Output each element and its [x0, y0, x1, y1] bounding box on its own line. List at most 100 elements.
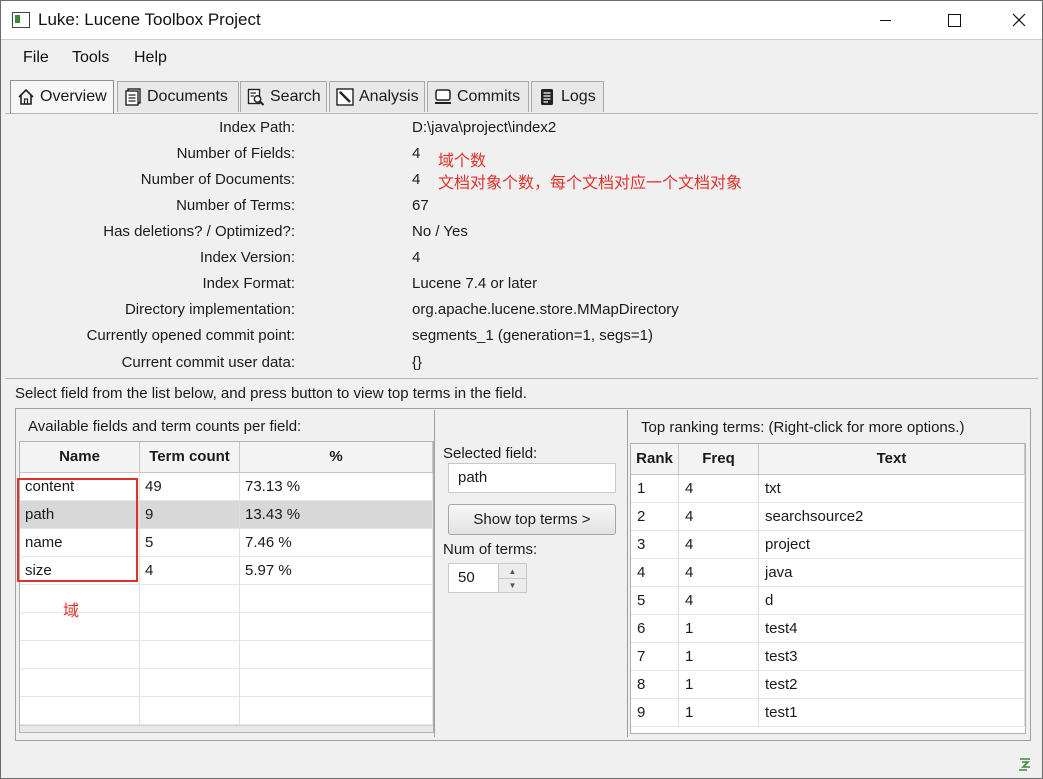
status-log-icon[interactable] [1017, 756, 1033, 772]
chevron-up-icon: ▲ [508, 566, 517, 576]
info-label: Number of Fields: [176, 145, 295, 162]
term-rank: 3 [631, 531, 679, 559]
close-button[interactable] [996, 1, 1042, 39]
table-row[interactable]: 4 4 java [631, 559, 1025, 587]
horizontal-scrollbar[interactable] [20, 725, 433, 732]
table-row[interactable]: 9 1 test1 [631, 699, 1025, 727]
minimize-icon [879, 19, 891, 21]
selected-field-input[interactable]: path [448, 463, 616, 493]
term-freq: 1 [679, 671, 759, 699]
menu-file[interactable]: File [23, 49, 49, 67]
term-rank: 8 [631, 671, 679, 699]
term-text: test2 [759, 671, 1025, 699]
field-term-count: 5 [140, 529, 240, 557]
column-header-text[interactable]: Text [759, 444, 1025, 474]
info-value: {} [412, 354, 423, 371]
annotation-document-count: 文档对象个数，每个文档对应一个文档对象 [438, 175, 743, 192]
info-value: No / Yes [412, 223, 468, 240]
info-label: Currently opened commit point: [86, 327, 295, 344]
term-text: txt [759, 475, 1025, 503]
annotation-field-label: 域 [63, 603, 80, 620]
num-terms-value[interactable]: 50 [458, 564, 475, 592]
column-header-rank[interactable]: Rank [631, 444, 679, 474]
info-value: segments_1 (generation=1, segs=1) [412, 327, 653, 344]
term-freq: 4 [679, 503, 759, 531]
info-row: Current commit user data: {} [5, 354, 1038, 376]
table-row[interactable]: 54d [631, 587, 1025, 615]
empty-cell [240, 585, 433, 613]
commits-icon [434, 88, 452, 106]
empty-cell [140, 613, 240, 641]
info-label: Number of Documents: [140, 171, 295, 188]
empty-cell [240, 613, 433, 641]
table-header: Name Term count % [20, 442, 433, 473]
search-icon [247, 88, 265, 106]
tab-analysis[interactable]: Analysis [329, 81, 425, 112]
empty-cell [20, 585, 140, 613]
tab-documents[interactable]: Documents [117, 81, 239, 112]
menu-help[interactable]: Help [134, 49, 167, 67]
num-terms-label: Num of terms: [443, 541, 538, 558]
tab-bar: Overview Documents Search Analysis Commi… [1, 73, 1042, 113]
table-row[interactable]: 8 1 test2 [631, 671, 1025, 699]
info-label: Index Format: [202, 275, 295, 292]
info-label: Index Version: [199, 249, 295, 266]
info-value: 4 [412, 145, 421, 162]
table-row[interactable]: 2 4 searchsource2 [631, 503, 1025, 531]
empty-cell [240, 641, 433, 669]
table-row[interactable]: 7 1 test3 [631, 643, 1025, 671]
analysis-icon [336, 88, 354, 106]
tab-logs[interactable]: Logs [531, 81, 604, 112]
table-row[interactable]: 1 4 txt [631, 475, 1025, 503]
home-icon [17, 88, 35, 106]
menu-tools[interactable]: Tools [72, 49, 109, 67]
info-value: 4 [412, 171, 421, 188]
tab-search[interactable]: Search [240, 81, 327, 112]
term-freq: 4 [679, 559, 759, 587]
info-row: Number of Fields: 4 [5, 145, 1038, 167]
info-label: Directory implementation: [124, 301, 295, 318]
empty-row [20, 641, 433, 669]
term-freq: 1 [679, 643, 759, 671]
spinner-up-button[interactable]: ▲ [499, 564, 526, 579]
empty-cell [20, 697, 140, 725]
num-terms-spinner[interactable]: 50 ▲ ▼ [448, 563, 527, 593]
tab-commits[interactable]: Commits [427, 81, 529, 112]
column-header-percent[interactable]: % [240, 442, 433, 472]
term-freq: 1 [679, 615, 759, 643]
chevron-down-icon: ▼ [508, 580, 517, 590]
tab-label: Overview [40, 88, 107, 105]
info-row: Index Version: 4 [5, 249, 1038, 271]
info-value: Lucene 7.4 or later [412, 275, 538, 292]
documents-icon [124, 88, 142, 106]
info-row: Index Format: Lucene 7.4 or later [5, 275, 1038, 297]
tab-label: Logs [561, 88, 596, 105]
instruction-text: Select field from the list below, and pr… [15, 385, 527, 402]
tab-overview[interactable]: Overview [10, 80, 114, 113]
empty-row [20, 585, 433, 613]
spinner-down-button[interactable]: ▼ [499, 578, 526, 592]
maximize-button[interactable] [931, 1, 977, 39]
term-rank: 7 [631, 643, 679, 671]
top-terms-table[interactable]: Rank Freq Text 1 4 txt 2 4 searchsource2 34p… [630, 443, 1026, 734]
show-top-terms-button[interactable]: Show top terms > [448, 504, 616, 535]
empty-cell [20, 669, 140, 697]
close-icon [1012, 13, 1026, 27]
top-terms-title: Top ranking terms: (Right-click for more… [641, 419, 965, 436]
term-freq: 4 [679, 587, 759, 615]
field-term-count: 4 [140, 557, 240, 585]
title-bar: Luke: Lucene Toolbox Project [1, 1, 1042, 39]
column-header-term-count[interactable]: Term count [140, 442, 240, 472]
fields-panel: Available fields and term counts per fie… [17, 410, 435, 737]
table-row[interactable]: 3 4 project [631, 531, 1025, 559]
info-row: Number of Terms: 67 [5, 197, 1038, 219]
column-header-name[interactable]: Name [20, 442, 140, 472]
app-window: Luke: Lucene Toolbox Project File Tools … [0, 0, 1043, 779]
column-header-freq[interactable]: Freq [679, 444, 759, 474]
spinner-buttons: ▲ ▼ [498, 564, 526, 592]
info-row: Index Path: D:\java\project\index2 [5, 119, 1038, 141]
info-row: Currently opened commit point: segments_1… [5, 327, 1038, 349]
window-title: Luke: Lucene Toolbox Project [38, 10, 261, 29]
table-row[interactable]: 6 1 test4 [631, 615, 1025, 643]
minimize-button[interactable] [862, 1, 908, 39]
